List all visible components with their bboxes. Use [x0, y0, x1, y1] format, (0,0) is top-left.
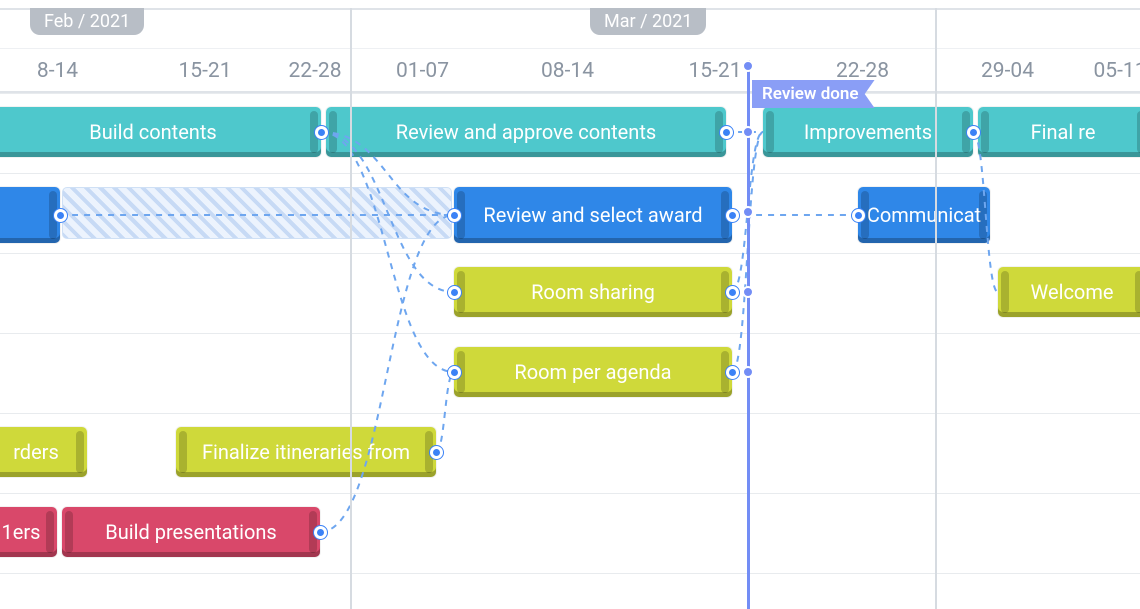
task-bar-buffer[interactable] — [62, 187, 452, 239]
resize-handle-right[interactable] — [979, 191, 987, 239]
row-divider — [0, 573, 1140, 574]
task-bar-communicate[interactable]: Communicat — [858, 187, 990, 243]
dependency-handle[interactable] — [720, 126, 733, 139]
task-bar-room-agenda[interactable]: Room per agenda — [454, 347, 732, 397]
task-bar-welcome[interactable]: Welcome — [998, 267, 1140, 317]
week-header[interactable]: 29-04 — [935, 48, 1080, 93]
resize-handle-left[interactable] — [981, 111, 989, 153]
task-bar-improvements[interactable]: Improvements — [763, 107, 973, 157]
resize-handle-left[interactable] — [65, 511, 73, 553]
milestone-label: Review done — [762, 84, 859, 104]
task-label: Build contents — [89, 120, 216, 144]
milestone-track-dot — [742, 286, 754, 298]
dependency-handle[interactable] — [448, 366, 461, 379]
dependency-handle[interactable] — [852, 209, 865, 222]
dependency-handle[interactable] — [448, 286, 461, 299]
row-divider — [0, 93, 1140, 94]
task-label: Build presentations — [105, 520, 276, 544]
row-divider — [0, 493, 1140, 494]
task-bar-finalize-itin[interactable]: Finalize itineraries from — [176, 427, 436, 477]
week-header[interactable]: 8-14 — [0, 48, 130, 93]
resize-handle-left[interactable] — [329, 111, 337, 153]
task-bar-review-contents[interactable]: Review and approve contents — [326, 107, 726, 157]
resize-handle-right[interactable] — [1135, 271, 1140, 313]
task-bar-build-contents[interactable]: Build contents — [0, 107, 321, 157]
resize-handle-left[interactable] — [179, 431, 187, 473]
task-label: rders — [13, 440, 59, 464]
task-bar-hers-stub[interactable]: 1ers — [0, 507, 57, 557]
task-label: Room per agenda — [514, 360, 671, 384]
resize-handle-right[interactable] — [76, 431, 84, 473]
dependency-handle[interactable] — [726, 286, 739, 299]
milestone-track-dot — [742, 206, 754, 218]
task-bar-review-award[interactable]: Review and select award — [454, 187, 732, 243]
resize-handle-left[interactable] — [1001, 271, 1009, 313]
timeline-header: Feb / 2021 Mar / 2021 8-1415-2122-2801-07… — [0, 8, 1140, 93]
dependency-handle[interactable] — [726, 209, 739, 222]
gantt-body[interactable]: Build contents Review and approve content… — [0, 93, 1140, 609]
task-label: Review and select award — [483, 203, 702, 227]
week-header[interactable]: 01-07 — [350, 48, 495, 93]
milestone-top-dot[interactable] — [742, 60, 754, 72]
dependency-handle[interactable] — [54, 209, 67, 222]
month-segment — [935, 8, 1140, 48]
task-bar-build-presentations[interactable]: Build presentations — [62, 507, 320, 557]
dependency-handle[interactable] — [726, 366, 739, 379]
row-divider — [0, 173, 1140, 174]
task-label: Improvements — [804, 120, 932, 144]
week-header[interactable]: 08-14 — [495, 48, 640, 93]
task-label: Finalize itineraries from — [202, 440, 410, 464]
task-label: Room sharing — [531, 280, 655, 304]
month-separator — [350, 8, 352, 609]
task-label: Review and approve contents — [396, 120, 656, 144]
week-header[interactable]: 15-21 — [130, 48, 280, 93]
milestone-track-dot — [742, 366, 754, 378]
task-label: Welcome — [1031, 280, 1114, 304]
task-label: Final re — [1031, 120, 1096, 144]
task-bar-final-re[interactable]: Final re — [978, 107, 1140, 157]
resize-handle-right[interactable] — [46, 511, 54, 553]
dependency-handle[interactable] — [314, 526, 327, 539]
task-bar-orders[interactable]: rders — [0, 427, 87, 477]
gantt-chart[interactable]: Feb / 2021 Mar / 2021 8-1415-2122-2801-07… — [0, 0, 1140, 609]
milestone-flag[interactable]: Review done — [752, 80, 875, 108]
month-row: Feb / 2021 Mar / 2021 — [0, 8, 1140, 48]
task-label: 1ers — [2, 520, 41, 544]
milestone-line[interactable] — [747, 60, 750, 609]
week-header[interactable]: 05-11 — [1080, 48, 1140, 93]
week-header[interactable]: 22-28 — [280, 48, 350, 93]
dependency-handle[interactable] — [448, 209, 461, 222]
dependency-handle[interactable] — [430, 446, 443, 459]
row-divider — [0, 333, 1140, 334]
task-label: Communicat — [867, 203, 981, 227]
task-bar-blue-stub[interactable] — [0, 187, 60, 243]
month-separator — [935, 8, 937, 609]
month-badge: Feb / 2021 — [30, 8, 144, 35]
task-bar-room-sharing[interactable]: Room sharing — [454, 267, 732, 317]
row-divider — [0, 253, 1140, 254]
week-row: 8-1415-2122-2801-0708-1415-2122-2829-040… — [0, 48, 1140, 93]
row-divider — [0, 413, 1140, 414]
resize-handle-left[interactable] — [766, 111, 774, 153]
dependency-handle[interactable] — [315, 126, 328, 139]
month-badge: Mar / 2021 — [590, 8, 706, 35]
milestone-track-dot — [742, 126, 754, 138]
dependency-handle[interactable] — [967, 126, 980, 139]
